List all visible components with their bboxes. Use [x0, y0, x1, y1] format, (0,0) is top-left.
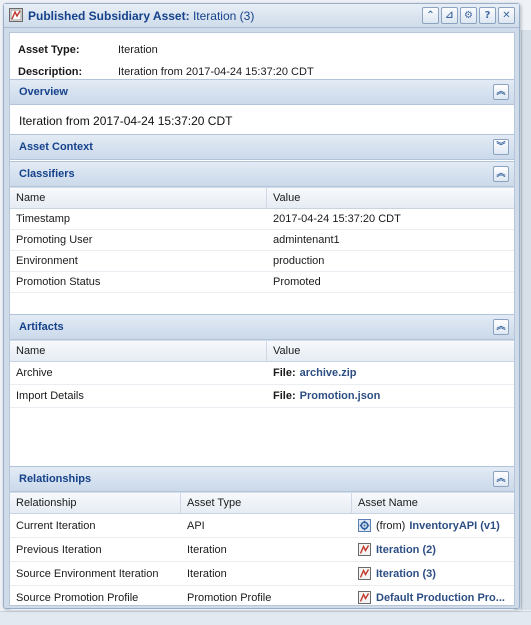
- table-row: Promoting User admintenant1: [10, 230, 514, 251]
- relationship-asset-type: Promotion Profile: [187, 591, 272, 604]
- background-bottom-edge: [0, 611, 531, 625]
- classifiers-section-header[interactable]: Classifiers ︽: [10, 161, 514, 187]
- dialog-titlebar[interactable]: Published Subsidiary Asset: Iteration (3…: [4, 4, 519, 28]
- classifier-name: Environment: [16, 255, 78, 267]
- asset-link[interactable]: InventoryAPI (v1): [409, 520, 499, 532]
- artifacts-grid: Name Value Archive File: archive.zip Imp…: [10, 340, 514, 408]
- table-row: Source Environment Iteration Iteration I…: [10, 562, 514, 586]
- artifact-file-link[interactable]: archive.zip: [300, 367, 357, 379]
- description-label: Description:: [18, 66, 83, 78]
- asset-context-expand-icon[interactable]: ︾: [493, 139, 509, 155]
- dialog-body: Asset Type: Iteration Description: Itera…: [9, 32, 515, 610]
- relationships-section-title: Relationships: [19, 473, 92, 485]
- relationship-asset-name: Iteration (2): [352, 538, 514, 561]
- classifier-value: Promoted: [273, 276, 321, 288]
- titlebar-tools: ⌃ ⊿ ⚙ ? ✕: [422, 7, 515, 24]
- overview-collapse-icon[interactable]: ︽: [493, 84, 509, 100]
- from-prefix: (from): [376, 519, 406, 532]
- asset-dialog: Published Subsidiary Asset: Iteration (3…: [3, 3, 520, 610]
- dialog-title-asset: Iteration (3): [192, 9, 255, 23]
- relationship-asset-type: API: [187, 519, 205, 532]
- column-header-name[interactable]: Name: [10, 188, 267, 208]
- relationship-name: Current Iteration: [16, 519, 96, 532]
- table-row: Import Details File: Promotion.json: [10, 385, 514, 408]
- table-row: Promotion Status Promoted: [10, 272, 514, 293]
- classifier-name: Promotion Status: [16, 276, 101, 288]
- column-header-value[interactable]: Value: [267, 188, 514, 208]
- classifier-value: admintenant1: [273, 234, 340, 246]
- classifiers-collapse-icon[interactable]: ︽: [493, 166, 509, 182]
- collapse-tool-icon[interactable]: ⌃: [422, 7, 439, 24]
- dialog-title: Published Subsidiary Asset: Iteration (3…: [28, 9, 254, 23]
- relationship-asset-type: Iteration: [187, 543, 227, 556]
- relationships-section-header[interactable]: Relationships ︽: [10, 466, 514, 492]
- file-label: File:: [273, 367, 296, 379]
- relationships-grid: Relationship Asset Type Asset Name Curre…: [10, 492, 514, 610]
- relationship-asset-name: Iteration (3): [352, 562, 514, 585]
- asset-link[interactable]: Default Production Pro...: [376, 592, 505, 604]
- background-panel-edge: [521, 30, 531, 610]
- table-row: Archive File: archive.zip: [10, 362, 514, 385]
- artifact-name: Import Details: [16, 390, 84, 402]
- column-header-value[interactable]: Value: [267, 341, 514, 361]
- artifacts-collapse-icon[interactable]: ︽: [493, 319, 509, 335]
- table-row: Timestamp 2017-04-24 15:37:20 CDT: [10, 209, 514, 230]
- gear-tool-icon[interactable]: ⚙: [460, 7, 477, 24]
- asset-context-section-title: Asset Context: [19, 141, 93, 153]
- classifiers-grid-header: Name Value: [10, 187, 514, 209]
- relationship-asset-name: (from) InventoryAPI (v1): [352, 514, 514, 537]
- classifier-name: Promoting User: [16, 234, 93, 246]
- artifact-value: File: archive.zip: [267, 362, 514, 384]
- api-gear-icon: [358, 519, 371, 532]
- asset-type-value: Iteration: [118, 44, 158, 56]
- description-value: Iteration from 2017-04-24 15:37:20 CDT: [118, 66, 314, 78]
- relationship-name: Source Promotion Profile: [16, 591, 139, 604]
- table-row: Environment production: [10, 251, 514, 272]
- artifact-name: Archive: [16, 367, 53, 379]
- artifacts-section-header[interactable]: Artifacts ︽: [10, 314, 514, 340]
- classifiers-grid: Name Value Timestamp 2017-04-24 15:37:20…: [10, 187, 514, 293]
- help-tool-icon[interactable]: ?: [479, 7, 496, 24]
- asset-context-section-header[interactable]: Asset Context ︾: [10, 134, 514, 160]
- overview-section-header[interactable]: Overview ︽: [10, 79, 514, 105]
- relationships-grid-header: Relationship Asset Type Asset Name: [10, 492, 514, 514]
- column-header-relationship[interactable]: Relationship: [10, 493, 181, 513]
- column-header-asset-name[interactable]: Asset Name: [352, 493, 514, 513]
- asset-icon: [9, 8, 23, 22]
- relationship-name: Source Environment Iteration: [16, 567, 159, 580]
- graph-tool-icon[interactable]: ⊿: [441, 7, 458, 24]
- classifier-value: production: [273, 255, 325, 267]
- classifier-name: Timestamp: [16, 213, 70, 225]
- asset-icon: [358, 591, 371, 604]
- overview-text: Iteration from 2017-04-24 15:37:20 CDT: [19, 114, 233, 128]
- table-row: Current Iteration API (from) InventoryAP…: [10, 514, 514, 538]
- classifier-value: 2017-04-24 15:37:20 CDT: [273, 213, 401, 225]
- table-row: Previous Iteration Iteration Iteration (…: [10, 538, 514, 562]
- relationship-asset-name: Default Production Pro...: [352, 586, 514, 609]
- file-label: File:: [273, 390, 296, 402]
- asset-icon: [358, 543, 371, 556]
- artifacts-grid-header: Name Value: [10, 340, 514, 362]
- asset-type-label: Asset Type:: [18, 44, 80, 56]
- relationship-name: Previous Iteration: [16, 543, 102, 556]
- artifact-file-link[interactable]: Promotion.json: [300, 390, 381, 402]
- column-header-name[interactable]: Name: [10, 341, 267, 361]
- artifact-value: File: Promotion.json: [267, 385, 514, 407]
- asset-type-row: Asset Type: Iteration: [18, 39, 508, 61]
- asset-icon: [358, 567, 371, 580]
- artifacts-section-title: Artifacts: [19, 321, 64, 333]
- classifiers-section-title: Classifiers: [19, 168, 75, 180]
- dialog-title-label: Published Subsidiary Asset:: [28, 9, 190, 23]
- asset-link[interactable]: Iteration (3): [376, 568, 436, 580]
- column-header-asset-type[interactable]: Asset Type: [181, 493, 352, 513]
- overview-section-title: Overview: [19, 86, 68, 98]
- asset-link[interactable]: Iteration (2): [376, 544, 436, 556]
- asset-meta: Asset Type: Iteration Description: Itera…: [18, 39, 508, 83]
- relationship-asset-type: Iteration: [187, 567, 227, 580]
- table-row: Source Promotion Profile Promotion Profi…: [10, 586, 514, 610]
- relationships-collapse-icon[interactable]: ︽: [493, 471, 509, 487]
- close-tool-icon[interactable]: ✕: [498, 7, 515, 24]
